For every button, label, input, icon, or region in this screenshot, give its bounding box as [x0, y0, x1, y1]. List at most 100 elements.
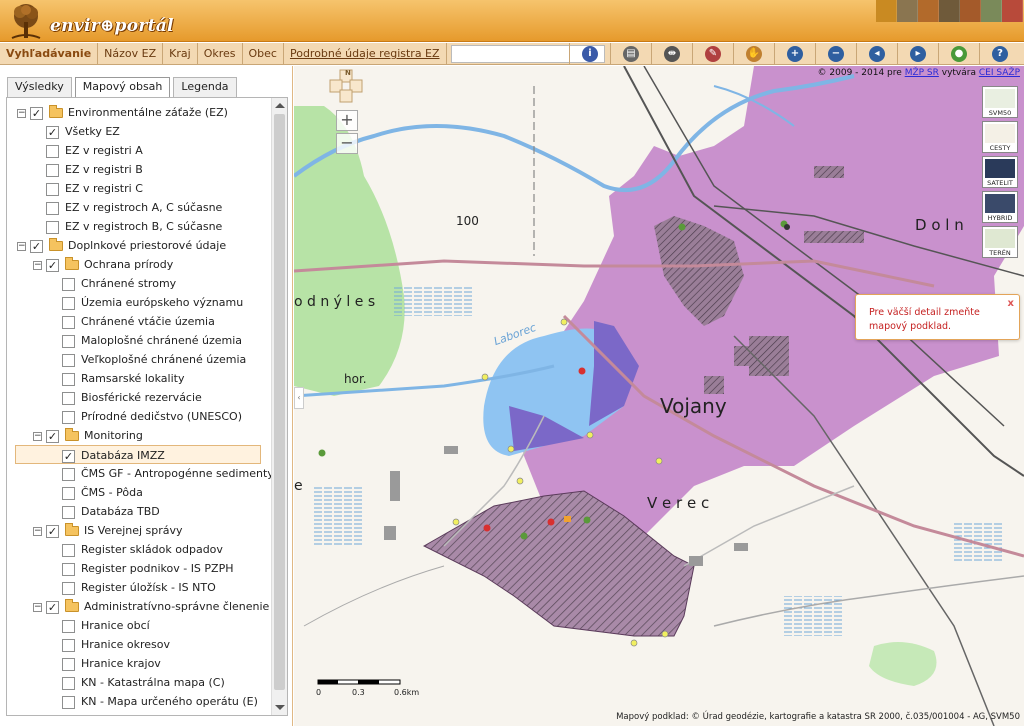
- tree-layer[interactable]: Prírodné dedičstvo (UNESCO): [49, 407, 242, 426]
- monitoring-point-yellow[interactable]: [586, 431, 594, 439]
- layer-checkbox[interactable]: [62, 581, 75, 595]
- layer-checkbox[interactable]: ✓: [62, 449, 75, 463]
- basemap-svm50[interactable]: SVM50: [982, 86, 1018, 118]
- tree-layer[interactable]: Veľkoplošné chránené územia: [49, 350, 246, 369]
- tree-layer[interactable]: ✓ Databáza IMZZ: [15, 445, 261, 464]
- layer-checkbox[interactable]: [62, 391, 75, 405]
- layer-checkbox[interactable]: [46, 144, 59, 158]
- tree-layer[interactable]: Maloplošné chránené územia: [49, 331, 242, 350]
- layer-checkbox[interactable]: [62, 467, 75, 481]
- basemap-hybrid[interactable]: HYBRID: [982, 191, 1018, 223]
- layer-checkbox[interactable]: [62, 334, 75, 348]
- monitoring-point-yellow[interactable]: [507, 445, 515, 453]
- basemap-satellite[interactable]: SATELIT: [982, 156, 1018, 188]
- monitoring-point-green[interactable]: [678, 223, 686, 231]
- nav-tab-municipality[interactable]: Obec: [243, 43, 284, 65]
- tree-group[interactable]: − ✓ IS Verejnej správy: [33, 521, 183, 540]
- tree-layer[interactable]: ČMS - Pôda: [49, 483, 143, 502]
- tree-group[interactable]: − ✓ Doplnkové priestorové údaje: [17, 236, 226, 255]
- monitoring-point-yellow[interactable]: [655, 457, 663, 465]
- collapse-toggle-icon[interactable]: −: [33, 602, 42, 612]
- scroll-up-arrow-icon[interactable]: [275, 103, 285, 108]
- tree-layer[interactable]: EZ v registri B: [33, 160, 143, 179]
- layer-checkbox[interactable]: [62, 410, 75, 424]
- tab-legend[interactable]: Legenda: [173, 77, 237, 97]
- info-tool-button[interactable]: i: [569, 43, 610, 65]
- zoom-next-tool-button[interactable]: ▸: [897, 43, 938, 65]
- monitoring-point-black[interactable]: [784, 224, 790, 230]
- tree-layer[interactable]: EZ v registroch B, C súčasne: [33, 217, 222, 236]
- tree-layer[interactable]: Hranice obcí: [49, 616, 150, 635]
- zoom-in-tool-button[interactable]: +: [774, 43, 815, 65]
- help-tool-button[interactable]: ?: [979, 43, 1020, 65]
- layer-checkbox[interactable]: [62, 695, 75, 709]
- tree-group[interactable]: − ✓ Administratívno-správne členenie: [33, 597, 269, 616]
- layer-checkbox[interactable]: [62, 619, 75, 633]
- hand-tool-button[interactable]: ✋: [733, 43, 774, 65]
- monitoring-point-green[interactable]: [520, 532, 528, 540]
- layer-checkbox[interactable]: [62, 486, 75, 500]
- layer-checkbox[interactable]: ✓: [46, 258, 59, 272]
- monitoring-point-red[interactable]: [578, 367, 586, 375]
- nav-tab-name[interactable]: Názov EZ: [98, 43, 164, 65]
- measure-tool-button[interactable]: ⇹: [651, 43, 692, 65]
- tree-group[interactable]: − ✓ Environmentálne záťaže (EZ): [17, 103, 228, 122]
- layer-checkbox[interactable]: ✓: [46, 125, 59, 139]
- tree-layer[interactable]: Register úložísk - IS NTO: [49, 578, 216, 597]
- monitoring-point-red[interactable]: [483, 524, 491, 532]
- layer-checkbox[interactable]: ✓: [46, 429, 59, 443]
- tree-layer[interactable]: Register podnikov - IS PZPH: [49, 559, 234, 578]
- layer-checkbox[interactable]: ✓: [46, 524, 59, 538]
- zoom-in-button[interactable]: +: [336, 110, 358, 131]
- tree-layer[interactable]: Databáza TBD: [49, 502, 160, 521]
- layer-checkbox[interactable]: [62, 638, 75, 652]
- layer-checkbox[interactable]: ✓: [30, 106, 43, 120]
- tree-layer[interactable]: EZ v registroch A, C súčasne: [33, 198, 222, 217]
- tree-layer[interactable]: Chránené vtáčie územia: [49, 312, 215, 331]
- scroll-thumb[interactable]: [274, 114, 285, 690]
- tab-map-content[interactable]: Mapový obsah: [74, 77, 171, 98]
- tree-layer[interactable]: EZ v registri A: [33, 141, 143, 160]
- monitoring-point-red[interactable]: [547, 518, 555, 526]
- collapse-toggle-icon[interactable]: −: [17, 108, 26, 118]
- layer-checkbox[interactable]: [46, 182, 59, 196]
- layer-checkbox[interactable]: [62, 315, 75, 329]
- tree-layer[interactable]: Chránené stromy: [49, 274, 176, 293]
- tree-layer[interactable]: Ramsarské lokality: [49, 369, 184, 388]
- collapse-toggle-icon[interactable]: −: [33, 260, 42, 270]
- nav-tab-district[interactable]: Okres: [198, 43, 243, 65]
- monitoring-point-green[interactable]: [583, 516, 591, 524]
- nav-tab-registry-details[interactable]: Podrobné údaje registra EZ: [284, 43, 447, 65]
- tab-results[interactable]: Výsledky: [7, 77, 72, 97]
- monitoring-point-yellow[interactable]: [630, 639, 638, 647]
- monitoring-point-yellow[interactable]: [481, 373, 489, 381]
- tree-layer[interactable]: EZ v registri C: [33, 179, 143, 198]
- layer-checkbox[interactable]: [62, 657, 75, 671]
- map-canvas[interactable]: [294, 66, 1024, 726]
- link-mzp-sr[interactable]: MŽP SR: [905, 68, 939, 78]
- tree-layer[interactable]: Hranice okresov: [49, 635, 170, 654]
- layer-checkbox[interactable]: ✓: [46, 600, 59, 614]
- collapse-toggle-icon[interactable]: −: [17, 241, 26, 251]
- tree-group[interactable]: − ✓ Monitoring: [33, 426, 143, 445]
- tree-layer[interactable]: ✓ Všetky EZ: [33, 122, 120, 141]
- tree-layer[interactable]: KN - Mapa určeného operátu (E): [49, 692, 258, 711]
- layer-checkbox[interactable]: [62, 296, 75, 310]
- envirportal-logo[interactable]: envir⊕portál: [6, 2, 186, 40]
- tree-layer[interactable]: Hranice krajov: [49, 654, 161, 673]
- monitoring-point-yellow[interactable]: [661, 630, 669, 638]
- tree-layer[interactable]: Biosférické rezervácie: [49, 388, 202, 407]
- monitoring-point-yellow[interactable]: [452, 518, 460, 526]
- nav-tab-region[interactable]: Kraj: [163, 43, 198, 65]
- globe-tool-button[interactable]: ●: [938, 43, 979, 65]
- layer-checkbox[interactable]: [62, 543, 75, 557]
- monitoring-point-yellow[interactable]: [516, 477, 524, 485]
- tree-layer[interactable]: Územia európskeho významu: [49, 293, 243, 312]
- eraser-tool-button[interactable]: ✎: [692, 43, 733, 65]
- nav-tab-search[interactable]: Vyhľadávanie: [0, 43, 99, 65]
- layer-checkbox[interactable]: [46, 201, 59, 215]
- layer-checkbox[interactable]: [62, 505, 75, 519]
- tree-layer[interactable]: KN - Katastrálna mapa (C): [49, 673, 225, 692]
- close-icon[interactable]: x: [1008, 298, 1014, 309]
- collapse-panel-handle[interactable]: ‹: [294, 387, 304, 409]
